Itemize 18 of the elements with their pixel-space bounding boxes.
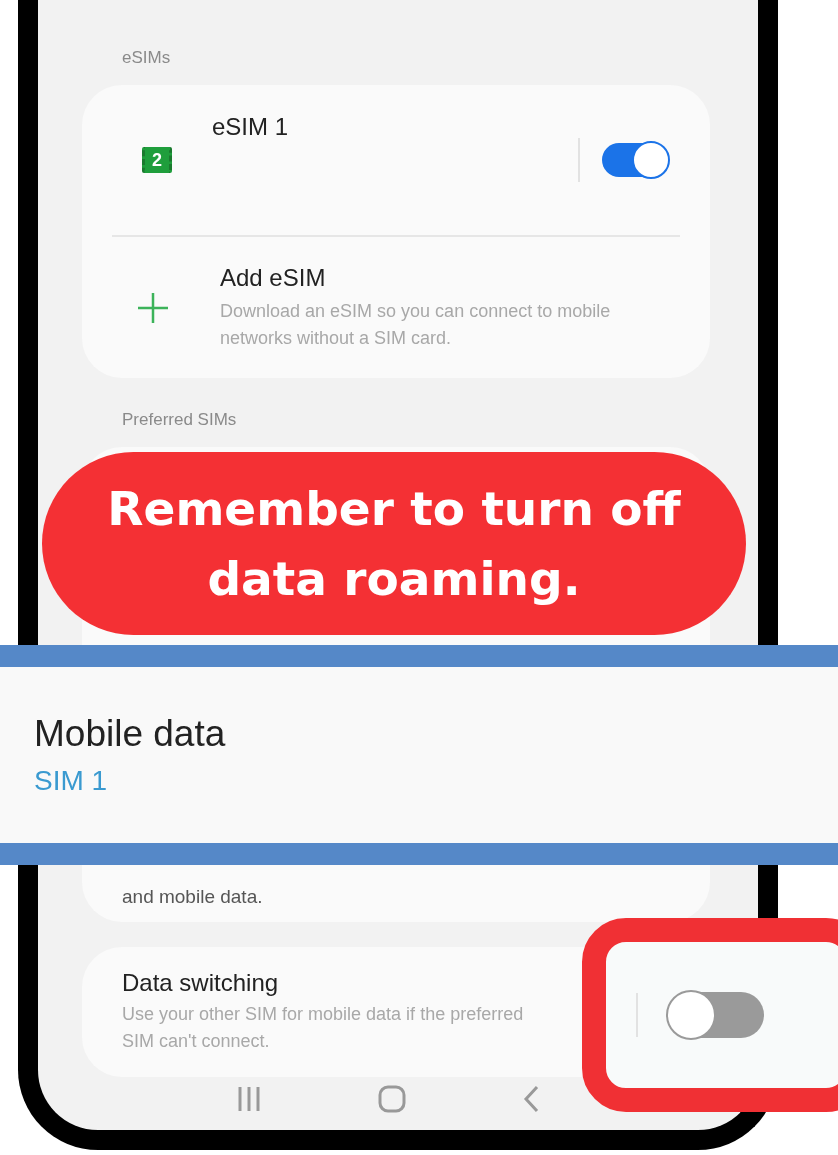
add-esim-title[interactable]: Add eSIM (220, 263, 660, 292)
section-header: eSIMs (121, 47, 172, 69)
plus-icon (136, 290, 170, 325)
recent-apps-icon[interactable] (236, 1085, 261, 1113)
callout-banner: Remember to turn off data roaming. (42, 452, 746, 635)
mobile-data-value: SIM 1 (34, 765, 109, 797)
toggle-switch[interactable] (602, 143, 668, 177)
sim-name: eSIM 1 (212, 113, 289, 141)
add-esim-description: Download an eSIM so you can connect to mobile networks without a SIM card. (220, 299, 612, 350)
toggle-switch[interactable] (668, 992, 764, 1038)
data-switching-description: Use your other SIM for mobile data if the preferred SIM can't connect. (122, 1003, 525, 1053)
home-icon[interactable] (378, 1085, 406, 1113)
sim-card-icon: 2 (142, 147, 172, 173)
data-switching-title: Data switching (122, 969, 280, 997)
back-icon[interactable] (523, 1085, 540, 1113)
mobile-data-title: Mobile data (34, 713, 227, 755)
description-text: and mobile data. (121, 886, 264, 909)
section-header: Preferred SIMs (121, 409, 238, 431)
